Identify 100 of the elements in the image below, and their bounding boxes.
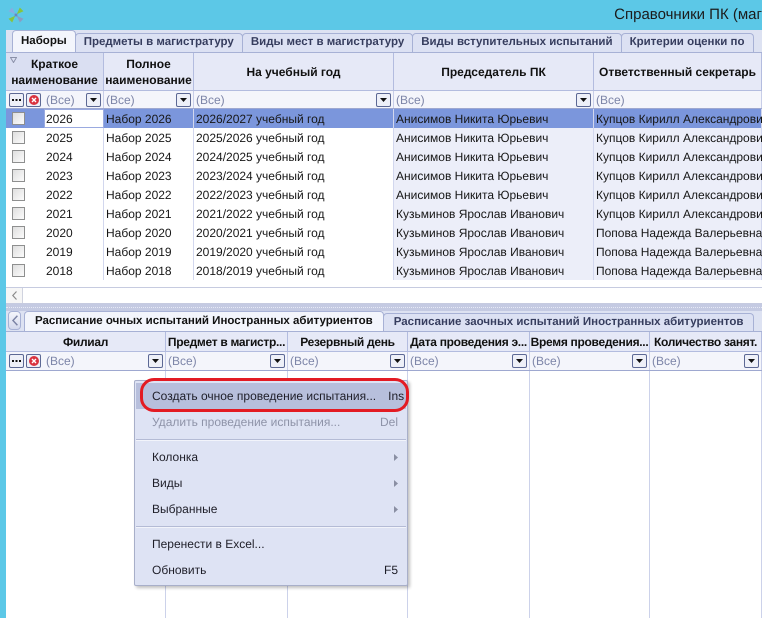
scroll-tabs-button[interactable] — [8, 311, 21, 330]
clear-filter-button[interactable] — [26, 354, 41, 368]
table-cell: 2021 — [44, 204, 104, 223]
column-header[interactable]: Количество занят. — [650, 332, 762, 351]
scroll-left-button[interactable] — [6, 288, 23, 303]
column-header[interactable]: Резервный день — [288, 332, 408, 351]
table-cell: 2025 — [44, 128, 104, 147]
table-cell: 2020/2021 учебный год — [194, 223, 394, 242]
menu-item-label: Перенести в Excel... — [152, 536, 265, 553]
menu-item-label: Создать очное проведение испытания... — [152, 388, 376, 405]
menu-item[interactable]: Выбранные — [136, 496, 406, 522]
column-header[interactable]: Полное наименование — [104, 53, 194, 90]
table-cell: Купцов Кирилл Александрови — [594, 204, 762, 223]
caret-down-icon — [580, 98, 587, 102]
dropdown-button[interactable] — [148, 354, 163, 368]
table-cell: Кузьминов Ярослав Иванович — [394, 261, 594, 280]
shortcut-label: F5 — [384, 562, 398, 579]
tab[interactable]: Расписание очных испытаний Иностранных абитуриентов — [24, 311, 384, 331]
checkbox[interactable] — [12, 150, 25, 163]
submenu-arrow-icon — [394, 454, 398, 460]
table-cell: Попова Надежда Валерьевна — [594, 242, 762, 261]
table-cell: Набор 2026 — [104, 109, 194, 128]
table-cell: Купцов Кирилл Александрови — [594, 128, 762, 147]
menu-item[interactable]: Перенести в Excel... — [136, 531, 406, 557]
table-cell: Набор 2025 — [104, 128, 194, 147]
table-cell: 2019/2020 учебный год — [194, 242, 394, 261]
table-cell: Набор 2021 — [104, 204, 194, 223]
column-header[interactable]: Предмет в магистр... — [166, 332, 288, 351]
table-cell: 2025/2026 учебный год — [194, 128, 394, 147]
table-cell: Анисимов Никита Юрьевич — [394, 166, 594, 185]
column-header[interactable]: Председатель ПК — [394, 53, 594, 90]
table-cell: Кузьминов Ярослав Иванович — [394, 242, 594, 261]
column-header[interactable]: Время проведения... — [530, 332, 650, 351]
shortcut-label: Del — [380, 414, 398, 431]
dropdown-button[interactable] — [390, 354, 405, 368]
table-cell: 2022 — [44, 185, 104, 204]
menu-item[interactable]: Обновить F5 — [136, 557, 406, 583]
column-header[interactable]: Филиал — [6, 332, 166, 351]
table-cell: Купцов Кирилл Александрови — [594, 185, 762, 204]
table-cell: Купцов Кирилл Александрови — [594, 166, 762, 185]
table-cell: Купцов Кирилл Александрови — [594, 109, 762, 128]
table-cell: 2024/2025 учебный год — [194, 147, 394, 166]
table-cell: Набор 2019 — [104, 242, 194, 261]
table-cell: Набор 2018 — [104, 261, 194, 280]
table-cell: 2021/2022 учебный год — [194, 204, 394, 223]
horizontal-scrollbar[interactable] — [6, 287, 762, 304]
caret-down-icon — [180, 98, 187, 102]
checkbox[interactable] — [12, 131, 25, 144]
tab[interactable]: Наборы — [12, 30, 76, 52]
shortcut-label: Ins — [388, 388, 404, 405]
menu-item[interactable]: Виды — [136, 470, 406, 496]
column-header[interactable]: Ответственный секретарь — [594, 53, 762, 90]
table-row[interactable]: 2026 Набор 2026 2026/2027 учебный год Анисимов Никита Юрьевич Купцов Кирилл Александрови — [6, 109, 762, 128]
table-cell: 2018/2019 учебный год — [194, 261, 394, 280]
table-cell: Попова Надежда Валерьевна — [594, 223, 762, 242]
column-header[interactable]: На учебный год — [194, 53, 394, 90]
column-header[interactable]: Дата проведения э... — [408, 332, 530, 351]
checkbox[interactable] — [12, 188, 25, 201]
dropdown-button[interactable] — [270, 354, 285, 368]
menu-item-label: Виды — [152, 475, 182, 492]
tab[interactable]: Критерии оценки по — [620, 33, 754, 52]
table-cell: Набор 2024 — [104, 147, 194, 166]
dropdown-button[interactable] — [376, 92, 391, 106]
dropdown-button[interactable] — [632, 354, 647, 368]
menu-item-label: Колонка — [152, 449, 198, 466]
dropdown-button[interactable] — [86, 92, 101, 106]
dropdown-button[interactable] — [176, 92, 191, 106]
table-cell: Анисимов Никита Юрьевич — [394, 128, 594, 147]
caret-down-icon — [274, 359, 281, 363]
chevron-left-icon — [12, 291, 16, 300]
checkbox[interactable] — [12, 112, 25, 125]
app-icon — [8, 7, 24, 23]
table-cell: 2026 — [44, 109, 104, 128]
clear-filter-button[interactable] — [26, 92, 41, 106]
table-cell: Набор 2022 — [104, 185, 194, 204]
more-button[interactable] — [9, 354, 24, 368]
dropdown-button[interactable] — [512, 354, 527, 368]
column-header[interactable]: Краткое наименование — [6, 53, 104, 90]
caret-down-icon — [90, 98, 97, 102]
menu-item-label: Выбранные — [152, 501, 218, 518]
table-cell: 2026/2027 учебный год — [194, 109, 394, 128]
more-button[interactable] — [9, 92, 24, 106]
table-cell: Кузьминов Ярослав Иванович — [394, 204, 594, 223]
menu-item[interactable]: Колонка — [136, 444, 406, 470]
tab[interactable]: Расписание заочных испытаний Иностранных абитуриентов — [382, 313, 754, 331]
window-title: Справочники ПК (маг — [614, 4, 762, 25]
checkbox[interactable] — [12, 226, 25, 239]
checkbox[interactable] — [12, 245, 25, 258]
checkbox[interactable] — [12, 169, 25, 182]
checkbox[interactable] — [12, 207, 25, 220]
checkbox[interactable] — [12, 264, 25, 277]
table-cell: Набор 2020 — [104, 223, 194, 242]
dropdown-button[interactable] — [576, 92, 591, 106]
close-icon — [28, 94, 38, 104]
table-cell: 2022/2023 учебный год — [194, 185, 394, 204]
submenu-arrow-icon — [394, 506, 398, 512]
table-cell: 2023/2024 учебный год — [194, 166, 394, 185]
dropdown-button[interactable] — [744, 354, 759, 368]
menu-item-label: Удалить проведение испытания... — [152, 414, 340, 431]
caret-down-icon — [380, 98, 387, 102]
